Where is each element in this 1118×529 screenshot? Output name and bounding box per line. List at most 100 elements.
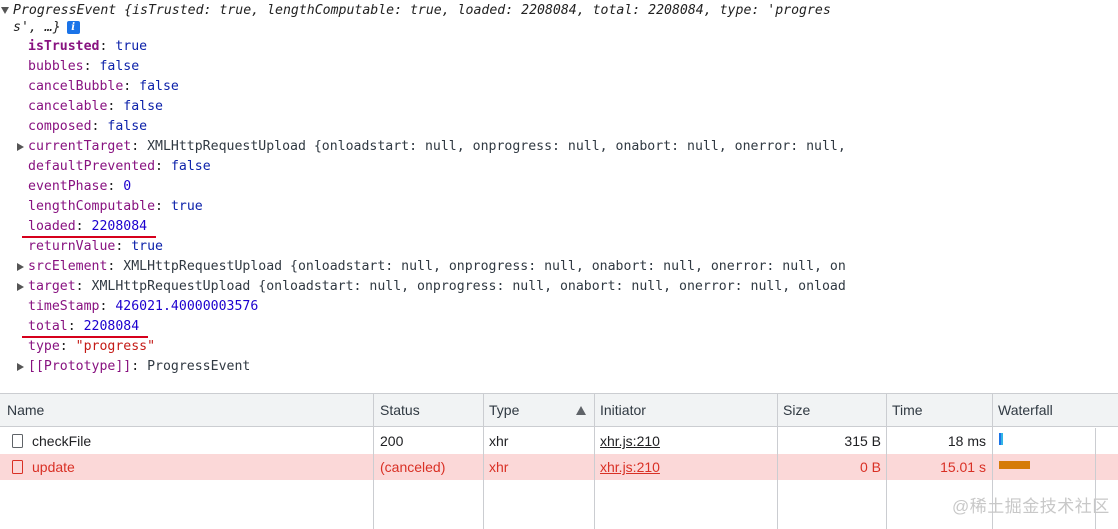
property-row: total: 2208084 bbox=[28, 317, 139, 337]
property-row: cancelable: false bbox=[28, 97, 163, 117]
document-icon bbox=[12, 434, 23, 448]
sort-ascending-icon[interactable] bbox=[576, 406, 586, 415]
request-size: 315 B bbox=[844, 433, 881, 449]
expand-triangle-icon[interactable] bbox=[17, 143, 24, 151]
loaded-underline bbox=[22, 236, 156, 238]
network-table-header: Name Status Type Initiator Size Time Wat… bbox=[0, 394, 1118, 427]
property-value: "progress" bbox=[75, 339, 156, 354]
expand-triangle-icon[interactable] bbox=[1, 7, 9, 14]
property-row: type: "progress" bbox=[28, 337, 155, 357]
request-type: xhr bbox=[489, 433, 509, 449]
property-key: lengthComputable bbox=[28, 199, 156, 214]
property-row: composed: false bbox=[28, 117, 147, 137]
property-row: returnValue: true bbox=[28, 237, 163, 257]
property-value: true bbox=[170, 199, 203, 214]
property-separator: : bbox=[123, 79, 140, 94]
property-row[interactable]: srcElement: XMLHttpRequestUpload {onload… bbox=[28, 257, 846, 277]
expand-triangle-icon[interactable] bbox=[17, 263, 24, 271]
property-row[interactable]: target: XMLHttpRequestUpload {onloadstar… bbox=[28, 277, 846, 297]
property-key: total bbox=[28, 319, 68, 334]
property-separator: : bbox=[75, 219, 92, 234]
column-header-size[interactable]: Size bbox=[783, 394, 810, 427]
column-divider[interactable] bbox=[594, 394, 595, 529]
request-initiator-link[interactable]: xhr.js:210 bbox=[600, 454, 660, 480]
column-divider[interactable] bbox=[483, 394, 484, 529]
property-key: returnValue bbox=[28, 239, 116, 254]
property-key: timeStamp bbox=[28, 299, 100, 314]
request-size: 0 B bbox=[859, 459, 881, 475]
property-separator: : bbox=[99, 299, 116, 314]
property-value: ProgressEvent bbox=[147, 359, 251, 374]
property-key: defaultPrevented bbox=[28, 159, 156, 174]
column-header-time[interactable]: Time bbox=[892, 394, 923, 427]
property-value: false bbox=[123, 99, 163, 114]
column-header-initiator[interactable]: Initiator bbox=[600, 394, 646, 427]
property-value: 2208084 bbox=[91, 219, 148, 234]
request-row-checkfile[interactable]: checkFile 200 xhr xhr.js:210 315 B 18 ms bbox=[0, 428, 1118, 454]
property-row[interactable]: currentTarget: XMLHttpRequestUpload {onl… bbox=[28, 137, 846, 157]
console-object-dump: ProgressEvent {isTrusted: true, lengthCo… bbox=[0, 0, 1118, 392]
request-initiator-link[interactable]: xhr.js:210 bbox=[600, 428, 660, 454]
property-value: false bbox=[170, 159, 211, 174]
property-value: XMLHttpRequestUpload {onloadstart: null,… bbox=[123, 259, 846, 274]
summary-line-1: ProgressEvent {isTrusted: true, lengthCo… bbox=[13, 3, 831, 18]
property-separator: : bbox=[155, 159, 171, 174]
property-row: bubbles: false bbox=[28, 57, 139, 77]
property-key: type bbox=[28, 339, 60, 354]
document-icon bbox=[12, 460, 23, 474]
expand-triangle-icon[interactable] bbox=[17, 283, 24, 291]
property-separator: : bbox=[99, 39, 116, 54]
request-row-update[interactable]: update (canceled) xhr xhr.js:210 0 B 15.… bbox=[0, 454, 1118, 480]
property-separator: : bbox=[83, 59, 100, 74]
property-key: composed bbox=[28, 119, 92, 134]
column-header-type[interactable]: Type bbox=[489, 394, 519, 427]
property-row[interactable]: [[Prototype]]: ProgressEvent bbox=[28, 357, 250, 377]
info-icon[interactable]: i bbox=[66, 21, 80, 34]
property-separator: : bbox=[59, 339, 76, 354]
property-separator: : bbox=[115, 239, 132, 254]
property-key: [[Prototype]] bbox=[28, 359, 132, 374]
property-value: 2208084 bbox=[83, 319, 140, 334]
request-status: (canceled) bbox=[380, 459, 446, 475]
property-separator: : bbox=[107, 99, 124, 114]
expand-triangle-icon[interactable] bbox=[17, 363, 24, 371]
request-time: 18 ms bbox=[947, 433, 986, 449]
property-row: defaultPrevented: false bbox=[28, 157, 211, 177]
property-key: srcElement bbox=[28, 259, 108, 274]
property-separator: : bbox=[107, 179, 124, 194]
request-time: 15.01 s bbox=[940, 459, 986, 475]
column-divider[interactable] bbox=[373, 394, 374, 529]
request-name[interactable]: checkFile bbox=[32, 428, 91, 454]
network-panel: Name Status Type Initiator Size Time Wat… bbox=[0, 393, 1118, 529]
property-value: true bbox=[131, 239, 163, 254]
property-row: cancelBubble: false bbox=[28, 77, 179, 97]
property-separator: : bbox=[107, 259, 124, 274]
property-row: eventPhase: 0 bbox=[28, 177, 131, 197]
column-header-status[interactable]: Status bbox=[380, 394, 420, 427]
summary-line-2: s', …} i bbox=[13, 19, 80, 36]
column-header-waterfall[interactable]: Waterfall bbox=[998, 394, 1053, 427]
property-key: cancelBubble bbox=[28, 79, 124, 94]
property-key: isTrusted bbox=[28, 39, 100, 54]
property-key: loaded bbox=[28, 219, 76, 234]
property-key: cancelable bbox=[28, 99, 108, 114]
property-row: loaded: 2208084 bbox=[28, 217, 147, 237]
column-divider[interactable] bbox=[777, 394, 778, 529]
waterfall-bar[interactable] bbox=[999, 461, 1030, 469]
property-value: false bbox=[139, 79, 179, 94]
property-separator: : bbox=[91, 119, 108, 134]
request-name[interactable]: update bbox=[32, 454, 75, 480]
property-row: isTrusted: true bbox=[28, 37, 147, 57]
waterfall-bar-receive bbox=[1001, 433, 1003, 445]
property-separator: : bbox=[155, 199, 171, 214]
request-status: 200 bbox=[380, 433, 404, 449]
column-header-name[interactable]: Name bbox=[7, 394, 44, 427]
property-row: timeStamp: 426021.40000003576 bbox=[28, 297, 258, 317]
property-separator: : bbox=[131, 359, 148, 374]
property-value: XMLHttpRequestUpload {onloadstart: null,… bbox=[147, 139, 846, 154]
watermark: @稀土掘金技术社区 bbox=[952, 497, 1110, 516]
column-divider[interactable] bbox=[886, 394, 887, 529]
property-row: lengthComputable: true bbox=[28, 197, 203, 217]
property-value: 426021.40000003576 bbox=[115, 299, 259, 314]
property-key: currentTarget bbox=[28, 139, 132, 154]
